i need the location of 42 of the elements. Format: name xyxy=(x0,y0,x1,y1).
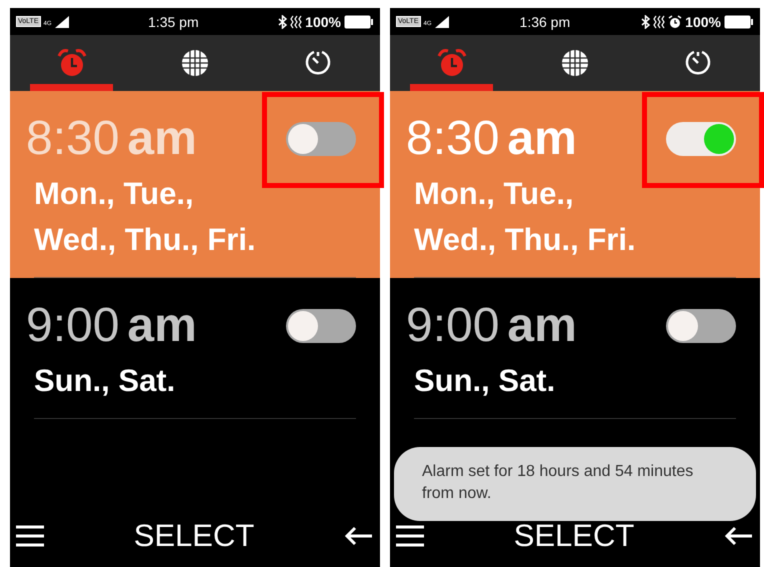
alarm-clock-icon xyxy=(668,14,682,28)
alarm-period: am xyxy=(127,298,197,354)
alarm-time: 9:00 xyxy=(406,298,500,354)
back-arrow-icon[interactable] xyxy=(344,526,372,546)
alarm-days: Mon., Tue., Wed., Thu., Fri. xyxy=(406,171,736,277)
battery-icon xyxy=(724,14,754,28)
alarm-days: Mon., Tue., Wed., Thu., Fri. xyxy=(26,171,356,277)
alarm-days: Sun., Sat. xyxy=(26,358,356,418)
timer-icon xyxy=(684,49,712,77)
alarm-time: 8:30 xyxy=(406,111,500,167)
vibrate-icon xyxy=(653,14,666,28)
alarm-toggle[interactable] xyxy=(666,309,736,343)
bluetooth-icon xyxy=(278,14,288,28)
battery-icon xyxy=(344,14,374,28)
battery-level: 100% xyxy=(305,14,341,30)
alarm-days: Sun., Sat. xyxy=(406,358,736,418)
vibrate-icon xyxy=(290,14,302,28)
menu-icon[interactable] xyxy=(16,525,44,547)
bluetooth-icon xyxy=(641,14,650,28)
timer-icon xyxy=(304,49,332,77)
alarm-clock-icon xyxy=(436,48,467,78)
alarm-clock-icon xyxy=(56,48,87,78)
globe-icon xyxy=(560,49,589,77)
alarm-toggle[interactable] xyxy=(286,309,356,343)
battery-level: 100% xyxy=(685,14,721,30)
alarm-period: am xyxy=(127,111,197,167)
alarm-period: am xyxy=(507,111,577,167)
alarm-time: 8:30 xyxy=(26,111,120,167)
select-softkey[interactable]: SELECT xyxy=(514,518,634,554)
alarm-time: 9:00 xyxy=(26,298,120,354)
alarm-toggle[interactable] xyxy=(286,122,356,156)
select-softkey[interactable]: SELECT xyxy=(134,518,254,554)
globe-icon xyxy=(180,49,209,77)
alarm-period: am xyxy=(507,298,577,354)
signal-icon xyxy=(434,16,449,28)
alarm-toggle[interactable] xyxy=(666,122,736,156)
back-arrow-icon[interactable] xyxy=(724,526,752,546)
menu-icon[interactable] xyxy=(396,525,424,547)
toast-message: Alarm set for 18 hours and 54 minutes from now. xyxy=(394,447,756,521)
status-time: 1:36 pm xyxy=(520,14,570,30)
signal-icon xyxy=(54,16,69,28)
status-time: 1:35 pm xyxy=(148,14,199,30)
